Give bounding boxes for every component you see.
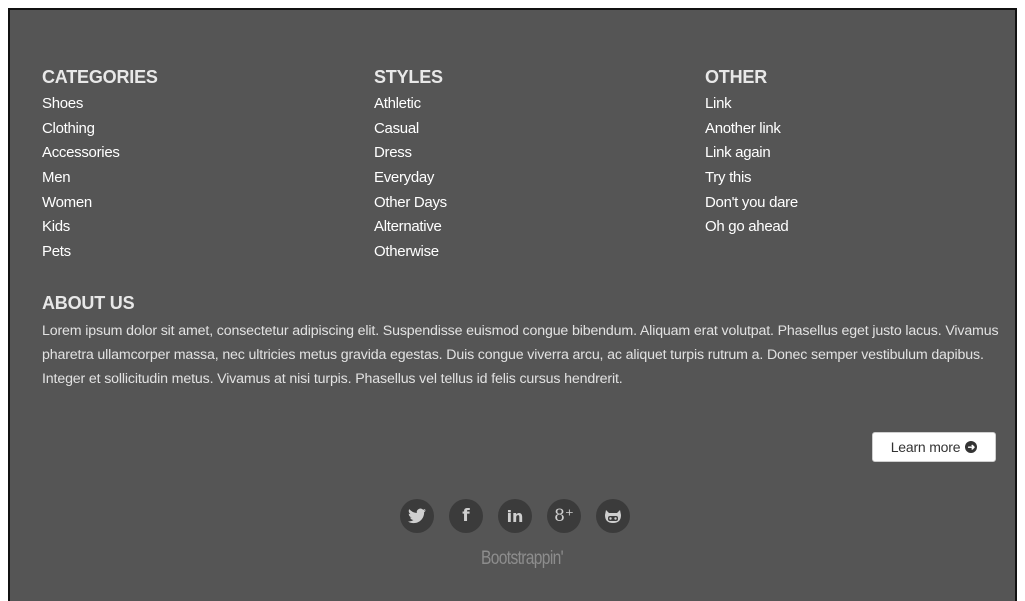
github-icon[interactable] [596,499,630,533]
footer-link-alternative[interactable]: Alternative [374,218,442,235]
google-plus-icon[interactable]: 8⁺ [547,499,581,533]
brand-logo: Bootstrappin' [481,548,564,569]
column-styles: STYLES Athletic Casual Dress Everyday Ot… [374,66,674,265]
about-section: ABOUT US Lorem ipsum dolor sit amet, con… [42,292,1002,392]
arrow-circle-right-icon: ➜ [965,441,978,453]
footer-link-everyday[interactable]: Everyday [374,169,434,186]
footer-link-try-this[interactable]: Try this [705,169,752,186]
column-title: CATEGORIES [42,67,158,87]
footer-link-another-link[interactable]: Another link [705,120,781,137]
footer: CATEGORIES Shoes Clothing Accessories Me… [8,8,1017,601]
column-title: STYLES [374,67,443,87]
footer-link-athletic[interactable]: Athletic [374,95,421,112]
footer-link-kids[interactable]: Kids [42,218,70,235]
link-list: Shoes Clothing Accessories Men Women Kid… [42,92,342,265]
footer-link-dress[interactable]: Dress [374,144,412,161]
learn-more-label: Learn more [890,439,961,455]
footer-link-otherwise[interactable]: Otherwise [374,243,439,260]
link-list: Athletic Casual Dress Everyday Other Day… [374,92,674,265]
about-title: ABOUT US [42,293,135,313]
footer-link-casual[interactable]: Casual [374,120,419,137]
footer-link-dont-you-dare[interactable]: Don't you dare [705,194,798,211]
link-list: Link Another link Link again Try this Do… [705,92,1005,240]
footer-link-accessories[interactable]: Accessories [42,144,120,161]
twitter-icon[interactable] [400,499,434,533]
facebook-icon[interactable]: f [449,499,483,533]
google-plus-glyph: 8⁺ [554,506,574,526]
footer-link-men[interactable]: Men [42,169,71,186]
column-other: OTHER Link Another link Link again Try t… [705,66,1005,240]
facebook-glyph: f [462,506,470,526]
linkedin-icon[interactable]: in [498,499,532,533]
footer-link-link-again[interactable]: Link again [705,144,771,161]
learn-more-button[interactable]: Learn more ➜ [872,432,996,462]
about-text: Lorem ipsum dolor sit amet, consectetur … [42,323,999,388]
linkedin-glyph: in [506,506,524,526]
footer-link-oh-go-ahead[interactable]: Oh go ahead [705,218,789,235]
footer-link-other-days[interactable]: Other Days [374,194,447,211]
footer-link-clothing[interactable]: Clothing [42,120,95,137]
footer-link-link[interactable]: Link [705,95,732,112]
footer-link-shoes[interactable]: Shoes [42,95,83,112]
footer-link-women[interactable]: Women [42,194,92,211]
github-octocat-glyph [605,510,621,523]
footer-columns: CATEGORIES Shoes Clothing Accessories Me… [42,66,1002,276]
column-categories: CATEGORIES Shoes Clothing Accessories Me… [42,66,342,265]
footer-link-pets[interactable]: Pets [42,243,71,260]
column-title: OTHER [705,67,768,87]
twitter-icon-glyph [408,508,426,524]
social-links: f in 8⁺ [400,499,640,535]
